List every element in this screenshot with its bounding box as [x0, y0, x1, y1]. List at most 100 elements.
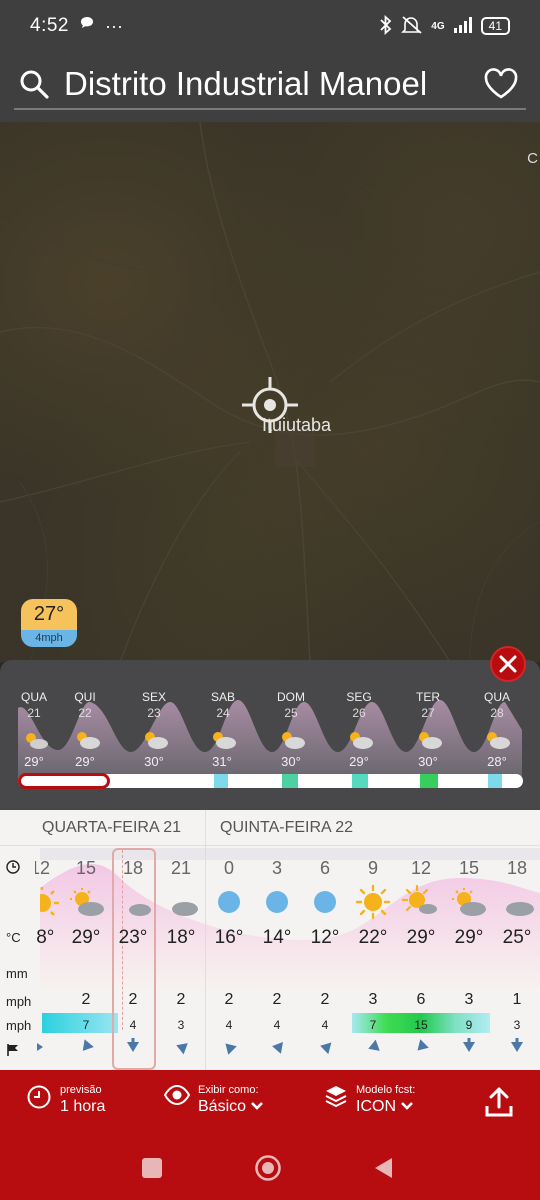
- day-label-b: QUINTA-FEIRA 22: [220, 819, 354, 836]
- hour-gust: 4: [225, 1018, 233, 1032]
- hour-time: 9: [367, 858, 378, 878]
- hour-gust: 4: [321, 1018, 329, 1032]
- timeline-selection[interactable]: [18, 773, 110, 789]
- status-time: 4:52: [30, 15, 69, 36]
- clock-icon: [6, 860, 20, 877]
- recents-icon[interactable]: [141, 1157, 163, 1179]
- partly-cloudy-icon: [282, 732, 305, 749]
- day-temp: 29°: [75, 754, 95, 769]
- view-mode-button[interactable]: Exibir como: Básico: [164, 1084, 264, 1116]
- close-icon: [499, 655, 517, 673]
- hour-wind: 2: [128, 991, 138, 1008]
- partly-cloudy-icon: [452, 888, 486, 916]
- signal-icon: [453, 16, 473, 36]
- hour-gust: 4: [129, 1018, 137, 1032]
- partly-cloudy-icon: [213, 732, 236, 749]
- partly-cloudy-icon: [419, 732, 442, 749]
- location-search-bar[interactable]: Distrito Industrial Manoel: [14, 60, 526, 110]
- day-col[interactable]: TER 27: [398, 690, 458, 720]
- current-temp: 27°: [21, 599, 77, 630]
- hour-time: 0: [223, 858, 234, 878]
- hour-temp: 23°: [118, 927, 148, 948]
- hour-temp: 29°: [71, 927, 101, 948]
- forecast-value: 1 hora: [60, 1098, 106, 1115]
- day-temp: 29°: [349, 754, 369, 769]
- hour-time: 15: [458, 858, 480, 878]
- forecast-label: previsão: [60, 1084, 102, 1096]
- close-button[interactable]: [490, 646, 526, 682]
- day-temp: 31°: [212, 754, 232, 769]
- hour-wind: 2: [176, 991, 186, 1008]
- hour-gust: 7: [82, 1018, 90, 1032]
- forecast-interval-button[interactable]: previsão 1 hora: [26, 1084, 105, 1116]
- temp-row-label: °C: [6, 930, 21, 945]
- moon-icon: [218, 891, 240, 913]
- rain-row-label: mm: [6, 966, 28, 981]
- partly-cloudy-night-icon: [501, 890, 534, 916]
- moon-icon: [314, 891, 336, 913]
- wind-row-label: mph: [6, 994, 32, 1009]
- bottom-toolbar: previsão 1 hora Exibir como: Básico Mode…: [0, 1070, 540, 1140]
- hour-gust: 4: [273, 1018, 281, 1032]
- model-label: Modelo fcst:: [356, 1084, 416, 1096]
- layers-icon: [325, 1086, 347, 1108]
- partly-cloudy-night-icon: [122, 890, 151, 916]
- gust-row-label: mph: [6, 1018, 32, 1033]
- day-col[interactable]: SEX 23: [124, 690, 184, 720]
- hour-temp: 29°: [454, 927, 484, 948]
- hour-time: 18: [122, 858, 144, 878]
- day-col[interactable]: QUA 28: [467, 690, 527, 720]
- hour-temp: 16°: [214, 927, 244, 948]
- map-view[interactable]: Ituiutaba C 27° 4mph: [0, 122, 540, 662]
- partly-sunny-icon: [401, 884, 437, 914]
- network-type: 4G: [431, 20, 445, 32]
- hour-gust: 15: [414, 1018, 428, 1032]
- chat-icon: [79, 15, 95, 37]
- sun-icon: [40, 887, 59, 916]
- share-button[interactable]: [484, 1086, 514, 1118]
- hour-wind: 2: [272, 991, 282, 1008]
- hour-time: 6: [319, 858, 330, 878]
- partly-cloudy-icon: [77, 732, 100, 749]
- hour-wind: 3: [464, 991, 474, 1008]
- location-title[interactable]: Distrito Industrial Manoel: [64, 65, 474, 103]
- day-col[interactable]: DOM 25: [261, 690, 321, 720]
- hour-wind: 6: [416, 991, 426, 1008]
- day-label-a: QUARTA-FEIRA 21: [42, 819, 181, 836]
- daily-forecast-strip[interactable]: QUA 21 QUI 22 SEX 23 SAB 24 DOM 25 SEG 26 TER 2…: [0, 646, 540, 810]
- search-icon[interactable]: [18, 68, 50, 100]
- forecast-model-button[interactable]: Modelo fcst: ICON: [324, 1084, 415, 1116]
- chevron-down-icon: [401, 1102, 414, 1110]
- day-col[interactable]: SEG 26: [329, 690, 389, 720]
- hour-temp: 14°: [262, 927, 292, 948]
- day-col[interactable]: QUI 22: [55, 690, 115, 720]
- hourly-forecast[interactable]: QUARTA-FEIRA 21 QUINTA-FEIRA 22 °C mm mp…: [0, 810, 540, 1070]
- back-icon[interactable]: [372, 1156, 394, 1180]
- hour-gust: 7: [369, 1018, 377, 1032]
- day-temp: 29°: [24, 754, 44, 769]
- hour-gust: 3: [177, 1018, 185, 1032]
- hour-time: 15: [75, 858, 97, 878]
- hour-wind: 2: [320, 991, 330, 1008]
- home-icon[interactable]: [254, 1154, 282, 1182]
- hour-wind: 2: [81, 991, 91, 1008]
- eye-icon: [164, 1084, 190, 1106]
- current-temp-badge[interactable]: 27° 4mph: [21, 599, 77, 647]
- moon-icon: [266, 891, 288, 913]
- hour-wind: 1: [512, 991, 522, 1008]
- bluetooth-icon: [379, 14, 393, 38]
- partly-cloudy-icon: [350, 732, 373, 749]
- hour-gust: 3: [513, 1018, 521, 1032]
- sun-icon: [355, 884, 391, 920]
- view-label: Exibir como:: [198, 1084, 259, 1096]
- partly-sunny-icon: [26, 733, 48, 749]
- day-col[interactable]: SAB 24: [193, 690, 253, 720]
- system-nav-bar: [0, 1140, 540, 1200]
- hour-time: 12: [410, 858, 432, 878]
- partly-cloudy-icon: [145, 732, 168, 749]
- heart-icon[interactable]: [482, 65, 520, 103]
- hour-temp: 29°: [406, 927, 436, 948]
- status-bar: 4:52 ··· 4G 41: [0, 0, 540, 52]
- hourly-day-header: QUARTA-FEIRA 21 QUINTA-FEIRA 22: [0, 810, 540, 846]
- chevron-down-icon: [251, 1102, 264, 1110]
